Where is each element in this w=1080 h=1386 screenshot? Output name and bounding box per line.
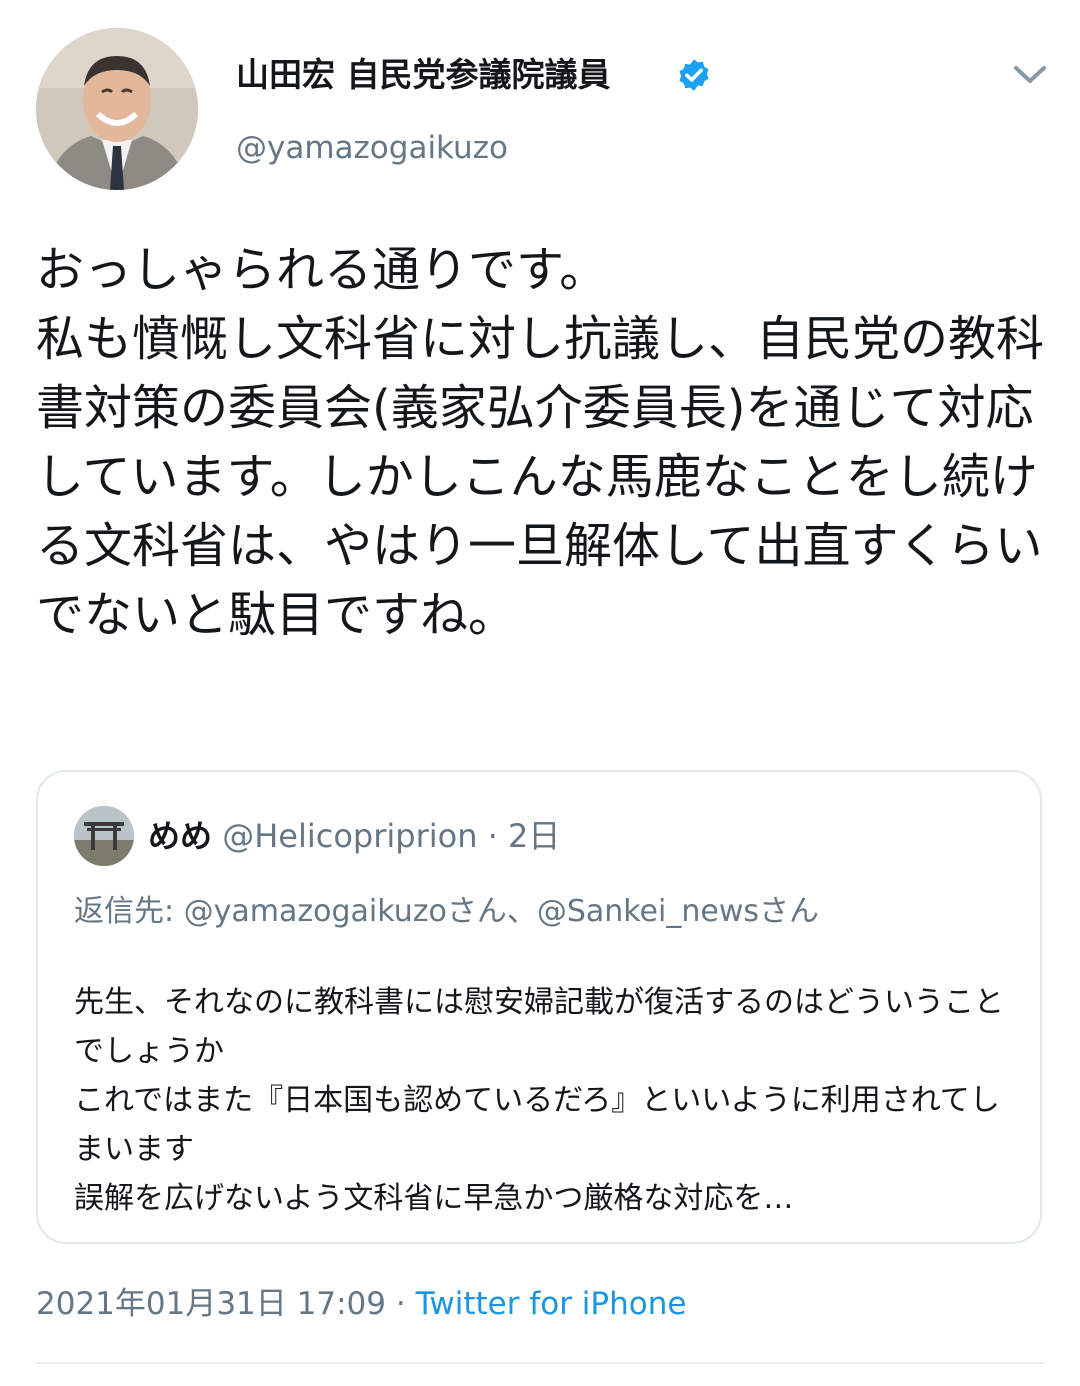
quoted-author-name[interactable]: めめ — [148, 817, 212, 855]
author-handle[interactable]: @yamazogaikuzo — [236, 128, 508, 168]
quoted-author-avatar[interactable] — [74, 806, 134, 866]
quoted-tweet-text: 先生、それなのに教科書には慰安婦記載が復活するのはどういうことでしょうか これで… — [74, 985, 1004, 1216]
tweet-text: おっしゃられる通りです。 私も憤慨し文科省に対し抗議し、自民党の教科書対策の委員… — [36, 242, 1045, 643]
quoted-tweet-header: めめ @Helicopriprion · 2日 — [148, 814, 560, 858]
tweet-meta: 2021年01月31日 17:09 · Twitter for iPhone — [36, 1282, 686, 1326]
quoted-author-handle[interactable]: @Helicopriprion — [222, 817, 477, 855]
separator-dot: · — [395, 1286, 406, 1322]
verified-badge-icon — [679, 59, 709, 91]
divider — [36, 1362, 1044, 1364]
separator-dot: · — [487, 817, 498, 855]
tweet-source-link[interactable]: Twitter for iPhone — [416, 1286, 687, 1322]
author-display-name[interactable]: 山田宏 自民党参議院議員 — [236, 52, 611, 98]
author-avatar[interactable] — [36, 28, 198, 190]
chevron-down-icon[interactable] — [1008, 56, 1052, 92]
profile-photo — [36, 28, 198, 190]
profile-photo — [74, 806, 134, 866]
tweet-timestamp[interactable]: 2021年01月31日 17:09 — [36, 1286, 386, 1322]
quoted-tweet-time[interactable]: 2日 — [508, 817, 560, 855]
quoted-reply-to: 返信先: @yamazogaikuzoさん、@Sankei_newsさん — [74, 894, 819, 929]
quoted-tweet-card[interactable]: めめ @Helicopriprion · 2日 返信先: @yamazogaik… — [36, 770, 1042, 1244]
